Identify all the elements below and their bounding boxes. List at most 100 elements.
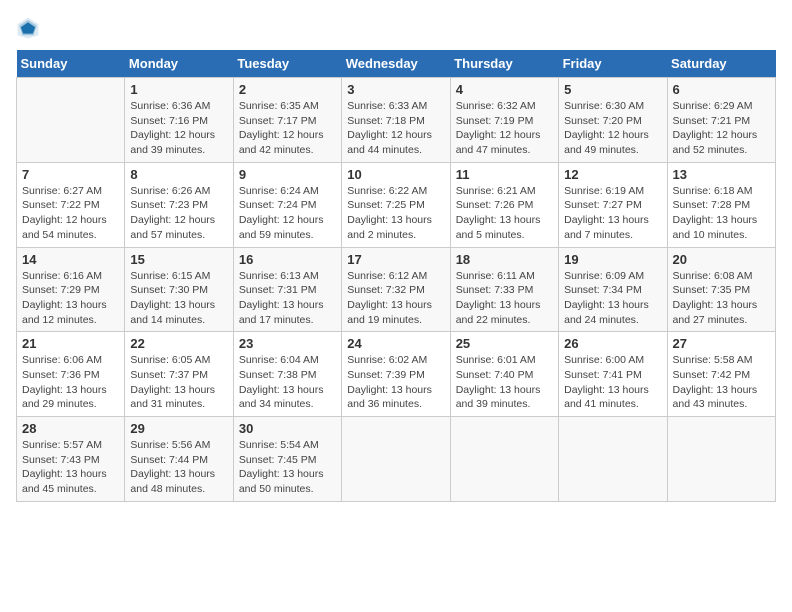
day-info: Sunrise: 5:57 AM Sunset: 7:43 PM Dayligh… [22,438,119,497]
day-number: 7 [22,167,119,182]
day-number: 15 [130,252,227,267]
day-number: 2 [239,82,336,97]
table-cell: 18 Sunrise: 6:11 AM Sunset: 7:33 PM Dayli… [450,247,558,332]
day-number: 13 [673,167,770,182]
day-number: 23 [239,336,336,351]
header-friday: Friday [559,50,667,78]
day-info: Sunrise: 6:19 AM Sunset: 7:27 PM Dayligh… [564,184,661,243]
day-info: Sunrise: 6:32 AM Sunset: 7:19 PM Dayligh… [456,99,553,158]
header-wednesday: Wednesday [342,50,450,78]
header [16,16,776,40]
table-cell: 10Sunrise: 6:22 AM Sunset: 7:25 PM Dayli… [342,162,450,247]
day-number: 24 [347,336,444,351]
day-number: 11 [456,167,553,182]
week-row-1: 1Sunrise: 6:36 AM Sunset: 7:16 PM Daylig… [17,78,776,163]
day-number: 9 [239,167,336,182]
day-number: 5 [564,82,661,97]
table-cell: 26 Sunrise: 6:00 AM Sunset: 7:41 PM Dayli… [559,332,667,417]
day-info: Sunrise: 6:00 AM Sunset: 7:41 PM Dayligh… [564,353,661,412]
day-info: Sunrise: 6:15 AM Sunset: 7:30 PM Dayligh… [130,269,227,328]
day-number: 28 [22,421,119,436]
table-cell: 13 Sunrise: 6:18 AM Sunset: 7:28 PM Dayli… [667,162,775,247]
table-cell: 23 Sunrise: 6:04 AM Sunset: 7:38 PM Dayli… [233,332,341,417]
logo-icon [16,16,40,40]
table-cell: 14 Sunrise: 6:16 AM Sunset: 7:29 PM Dayli… [17,247,125,332]
day-number: 14 [22,252,119,267]
day-number: 3 [347,82,444,97]
calendar-table: SundayMondayTuesdayWednesdayThursdayFrid… [16,50,776,502]
day-info: Sunrise: 6:36 AM Sunset: 7:16 PM Dayligh… [130,99,227,158]
day-number: 20 [673,252,770,267]
table-cell: 27Sunrise: 5:58 AM Sunset: 7:42 PM Dayli… [667,332,775,417]
table-cell: 21 Sunrise: 6:06 AM Sunset: 7:36 PM Dayli… [17,332,125,417]
header-saturday: Saturday [667,50,775,78]
table-cell: 1Sunrise: 6:36 AM Sunset: 7:16 PM Daylig… [125,78,233,163]
table-cell [17,78,125,163]
day-number: 27 [673,336,770,351]
day-info: Sunrise: 6:30 AM Sunset: 7:20 PM Dayligh… [564,99,661,158]
week-row-3: 14 Sunrise: 6:16 AM Sunset: 7:29 PM Dayli… [17,247,776,332]
week-row-4: 21 Sunrise: 6:06 AM Sunset: 7:36 PM Dayli… [17,332,776,417]
day-number: 16 [239,252,336,267]
day-info: Sunrise: 6:01 AM Sunset: 7:40 PM Dayligh… [456,353,553,412]
calendar-body: 1Sunrise: 6:36 AM Sunset: 7:16 PM Daylig… [17,78,776,502]
table-cell: 5 Sunrise: 6:30 AM Sunset: 7:20 PM Daylig… [559,78,667,163]
day-info: Sunrise: 6:16 AM Sunset: 7:29 PM Dayligh… [22,269,119,328]
table-cell: 22 Sunrise: 6:05 AM Sunset: 7:37 PM Dayli… [125,332,233,417]
day-number: 6 [673,82,770,97]
table-cell: 15 Sunrise: 6:15 AM Sunset: 7:30 PM Dayli… [125,247,233,332]
day-number: 30 [239,421,336,436]
day-info: Sunrise: 5:56 AM Sunset: 7:44 PM Dayligh… [130,438,227,497]
table-cell: 2 Sunrise: 6:35 AM Sunset: 7:17 PM Daylig… [233,78,341,163]
table-cell: 25Sunrise: 6:01 AM Sunset: 7:40 PM Dayli… [450,332,558,417]
table-cell [342,417,450,502]
table-cell: 19 Sunrise: 6:09 AM Sunset: 7:34 PM Dayli… [559,247,667,332]
day-info: Sunrise: 6:24 AM Sunset: 7:24 PM Dayligh… [239,184,336,243]
days-of-week-row: SundayMondayTuesdayWednesdayThursdayFrid… [17,50,776,78]
day-info: Sunrise: 6:33 AM Sunset: 7:18 PM Dayligh… [347,99,444,158]
table-cell: 16 Sunrise: 6:13 AM Sunset: 7:31 PM Dayli… [233,247,341,332]
table-cell: 24Sunrise: 6:02 AM Sunset: 7:39 PM Dayli… [342,332,450,417]
table-cell: 8 Sunrise: 6:26 AM Sunset: 7:23 PM Daylig… [125,162,233,247]
day-number: 4 [456,82,553,97]
day-info: Sunrise: 6:18 AM Sunset: 7:28 PM Dayligh… [673,184,770,243]
table-cell: 12 Sunrise: 6:19 AM Sunset: 7:27 PM Dayli… [559,162,667,247]
header-tuesday: Tuesday [233,50,341,78]
day-info: Sunrise: 5:54 AM Sunset: 7:45 PM Dayligh… [239,438,336,497]
day-number: 21 [22,336,119,351]
day-number: 17 [347,252,444,267]
day-info: Sunrise: 6:06 AM Sunset: 7:36 PM Dayligh… [22,353,119,412]
table-cell: 20 Sunrise: 6:08 AM Sunset: 7:35 PM Dayli… [667,247,775,332]
day-info: Sunrise: 6:21 AM Sunset: 7:26 PM Dayligh… [456,184,553,243]
table-cell: 3 Sunrise: 6:33 AM Sunset: 7:18 PM Daylig… [342,78,450,163]
day-info: Sunrise: 6:04 AM Sunset: 7:38 PM Dayligh… [239,353,336,412]
day-info: Sunrise: 6:05 AM Sunset: 7:37 PM Dayligh… [130,353,227,412]
header-monday: Monday [125,50,233,78]
week-row-2: 7Sunrise: 6:27 AM Sunset: 7:22 PM Daylig… [17,162,776,247]
table-cell: 29Sunrise: 5:56 AM Sunset: 7:44 PM Dayli… [125,417,233,502]
day-number: 12 [564,167,661,182]
day-number: 19 [564,252,661,267]
table-cell: 7Sunrise: 6:27 AM Sunset: 7:22 PM Daylig… [17,162,125,247]
day-number: 8 [130,167,227,182]
day-info: Sunrise: 6:13 AM Sunset: 7:31 PM Dayligh… [239,269,336,328]
day-number: 26 [564,336,661,351]
table-cell: 30 Sunrise: 5:54 AM Sunset: 7:45 PM Dayli… [233,417,341,502]
day-number: 18 [456,252,553,267]
day-info: Sunrise: 6:08 AM Sunset: 7:35 PM Dayligh… [673,269,770,328]
table-cell: 11 Sunrise: 6:21 AM Sunset: 7:26 PM Dayli… [450,162,558,247]
table-cell [450,417,558,502]
day-info: Sunrise: 6:11 AM Sunset: 7:33 PM Dayligh… [456,269,553,328]
day-info: Sunrise: 6:12 AM Sunset: 7:32 PM Dayligh… [347,269,444,328]
day-info: Sunrise: 6:09 AM Sunset: 7:34 PM Dayligh… [564,269,661,328]
table-cell [667,417,775,502]
day-info: Sunrise: 6:26 AM Sunset: 7:23 PM Dayligh… [130,184,227,243]
table-cell: 17 Sunrise: 6:12 AM Sunset: 7:32 PM Dayli… [342,247,450,332]
calendar-header: SundayMondayTuesdayWednesdayThursdayFrid… [17,50,776,78]
day-number: 22 [130,336,227,351]
table-cell: 6Sunrise: 6:29 AM Sunset: 7:21 PM Daylig… [667,78,775,163]
header-thursday: Thursday [450,50,558,78]
day-info: Sunrise: 6:35 AM Sunset: 7:17 PM Dayligh… [239,99,336,158]
table-cell: 28 Sunrise: 5:57 AM Sunset: 7:43 PM Dayli… [17,417,125,502]
logo [16,16,44,40]
